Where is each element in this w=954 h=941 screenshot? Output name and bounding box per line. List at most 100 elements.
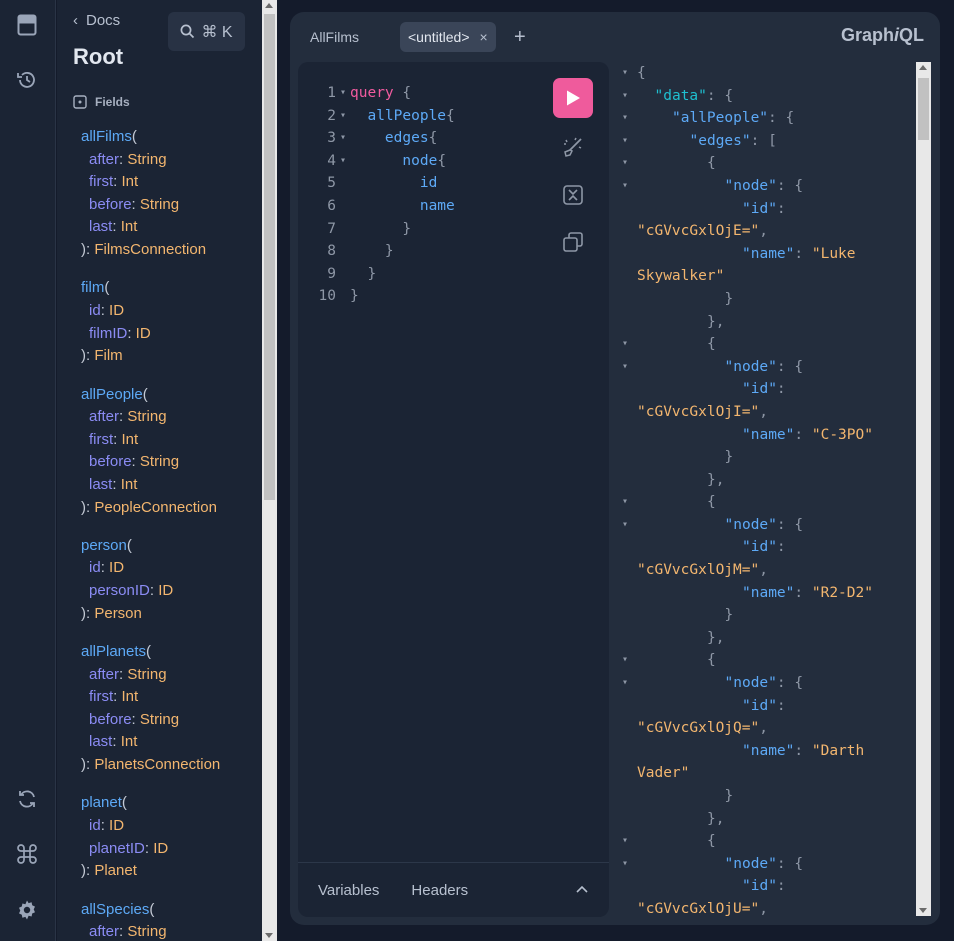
code-line[interactable]: 4 ▾ node{ [298, 150, 455, 173]
scroll-up-arrow-icon[interactable] [265, 3, 273, 8]
scroll-down-arrow-icon[interactable] [919, 908, 927, 913]
fold-caret-icon[interactable]: ▾ [622, 152, 632, 175]
return-type-link[interactable]: PeopleConnection [94, 499, 217, 516]
argument-type-link[interactable]: String [140, 196, 179, 213]
argument-name[interactable]: last [89, 733, 112, 750]
tab-headers[interactable]: Headers [411, 882, 468, 899]
argument-name[interactable]: after [89, 151, 119, 168]
docs-book-icon[interactable] [14, 12, 40, 38]
argument-name[interactable]: after [89, 408, 119, 425]
argument-name[interactable]: first [89, 173, 113, 190]
fold-caret-icon[interactable]: ▾ [622, 85, 632, 108]
argument-type-link[interactable]: ID [153, 840, 168, 857]
argument-type-link[interactable]: ID [136, 325, 151, 342]
argument-type-link[interactable]: Int [121, 476, 138, 493]
argument-name[interactable]: id [89, 559, 101, 576]
argument-type-link[interactable]: String [127, 923, 166, 940]
argument-type-link[interactable]: String [127, 151, 166, 168]
field-name-link[interactable]: planet [81, 794, 122, 811]
fold-caret-icon[interactable]: ▾ [622, 830, 632, 853]
docs-scrollbar[interactable] [262, 0, 277, 941]
code-line[interactable]: 7 } [298, 218, 455, 241]
fold-caret-icon[interactable]: ▾ [622, 853, 632, 876]
field-name-link[interactable]: allFilms [81, 128, 132, 145]
argument-type-link[interactable]: ID [158, 582, 173, 599]
fold-caret-icon[interactable]: ▾ [622, 672, 632, 695]
merge-fragments-icon[interactable] [560, 182, 586, 208]
argument-type-link[interactable]: String [140, 711, 179, 728]
tab-untitled[interactable]: <untitled> × [400, 22, 496, 52]
history-icon[interactable] [14, 67, 40, 93]
code-line[interactable]: 2 ▾ allPeople{ [298, 105, 455, 128]
code-line[interactable]: 5 id [298, 172, 455, 195]
argument-type-link[interactable]: String [127, 408, 166, 425]
fold-caret-icon[interactable]: ▾ [622, 514, 632, 537]
fold-caret-icon[interactable]: ▾ [622, 130, 632, 153]
query-code[interactable]: 1 ▾ query {2 ▾ allPeople{3 ▾ edges{4 ▾ node{5… [298, 82, 455, 308]
fold-caret-icon[interactable]: ▾ [336, 150, 350, 173]
tab-allfilms[interactable]: AllFilms [302, 22, 367, 52]
argument-name[interactable]: id [89, 302, 101, 319]
fold-caret-icon[interactable]: ▾ [622, 62, 632, 85]
fold-caret-icon[interactable]: ▾ [336, 105, 350, 128]
code-line[interactable]: 1 ▾ query { [298, 82, 455, 105]
argument-name[interactable]: filmID [89, 325, 127, 342]
field-name-link[interactable]: film [81, 279, 104, 296]
query-editor[interactable]: 1 ▾ query {2 ▾ allPeople{3 ▾ edges{4 ▾ node{5… [298, 62, 609, 917]
docs-back-link[interactable]: ‹ Docs [73, 12, 120, 29]
argument-type-link[interactable]: Int [122, 431, 139, 448]
argument-type-link[interactable]: Int [121, 218, 138, 235]
fold-caret-icon[interactable]: ▾ [622, 649, 632, 672]
argument-name[interactable]: after [89, 923, 119, 940]
argument-type-link[interactable]: ID [109, 559, 124, 576]
argument-name[interactable]: first [89, 688, 113, 705]
code-line[interactable]: 6 name [298, 195, 455, 218]
docs-search-button[interactable]: ⌘ K [168, 12, 245, 51]
prettify-icon[interactable] [560, 135, 586, 161]
argument-type-link[interactable]: String [127, 666, 166, 683]
code-line[interactable]: 10} [298, 285, 455, 308]
fold-caret-icon[interactable]: ▾ [622, 491, 632, 514]
code-line[interactable]: 9 } [298, 263, 455, 286]
return-type-link[interactable]: Person [94, 605, 142, 622]
argument-type-link[interactable]: Int [121, 733, 138, 750]
shortcuts-command-icon[interactable] [14, 841, 40, 867]
argument-type-link[interactable]: ID [109, 817, 124, 834]
field-name-link[interactable]: allPeople [81, 386, 143, 403]
return-type-link[interactable]: PlanetsConnection [94, 756, 220, 773]
docs-scrollbar-thumb[interactable] [264, 14, 275, 500]
argument-type-link[interactable]: ID [109, 302, 124, 319]
argument-name[interactable]: before [89, 196, 132, 213]
argument-name[interactable]: personID [89, 582, 150, 599]
field-name-link[interactable]: allPlanets [81, 643, 146, 660]
argument-name[interactable]: before [89, 453, 132, 470]
argument-type-link[interactable]: Int [122, 173, 139, 190]
add-tab-button[interactable]: + [514, 25, 526, 49]
argument-type-link[interactable]: Int [122, 688, 139, 705]
fold-caret-icon[interactable]: ▾ [622, 107, 632, 130]
response-viewer[interactable]: ▾{▾ "data": {▾ "allPeople": {▾ "edges": [▾{… [622, 62, 914, 916]
fold-caret-icon[interactable]: ▾ [622, 175, 632, 198]
argument-name[interactable]: after [89, 666, 119, 683]
fold-caret-icon[interactable]: ▾ [622, 333, 632, 356]
fold-caret-icon[interactable]: ▾ [336, 82, 350, 105]
fold-caret-icon[interactable]: ▾ [622, 356, 632, 379]
code-line[interactable]: 3 ▾ edges{ [298, 127, 455, 150]
response-scrollbar-thumb[interactable] [918, 78, 929, 140]
close-icon[interactable]: × [480, 22, 488, 52]
scroll-down-arrow-icon[interactable] [265, 933, 273, 938]
scroll-up-arrow-icon[interactable] [919, 65, 927, 70]
argument-name[interactable]: before [89, 711, 132, 728]
execute-query-button[interactable] [553, 78, 593, 118]
tab-variables[interactable]: Variables [318, 882, 379, 899]
refetch-schema-icon[interactable] [14, 786, 40, 812]
copy-icon[interactable] [560, 229, 586, 255]
settings-gear-icon[interactable] [14, 897, 40, 923]
argument-name[interactable]: last [89, 218, 112, 235]
argument-name[interactable]: first [89, 431, 113, 448]
return-type-link[interactable]: FilmsConnection [94, 241, 206, 258]
response-scrollbar[interactable] [916, 62, 931, 916]
fold-caret-icon[interactable]: ▾ [336, 127, 350, 150]
field-name-link[interactable]: allSpecies [81, 901, 149, 918]
code-line[interactable]: 8 } [298, 240, 455, 263]
